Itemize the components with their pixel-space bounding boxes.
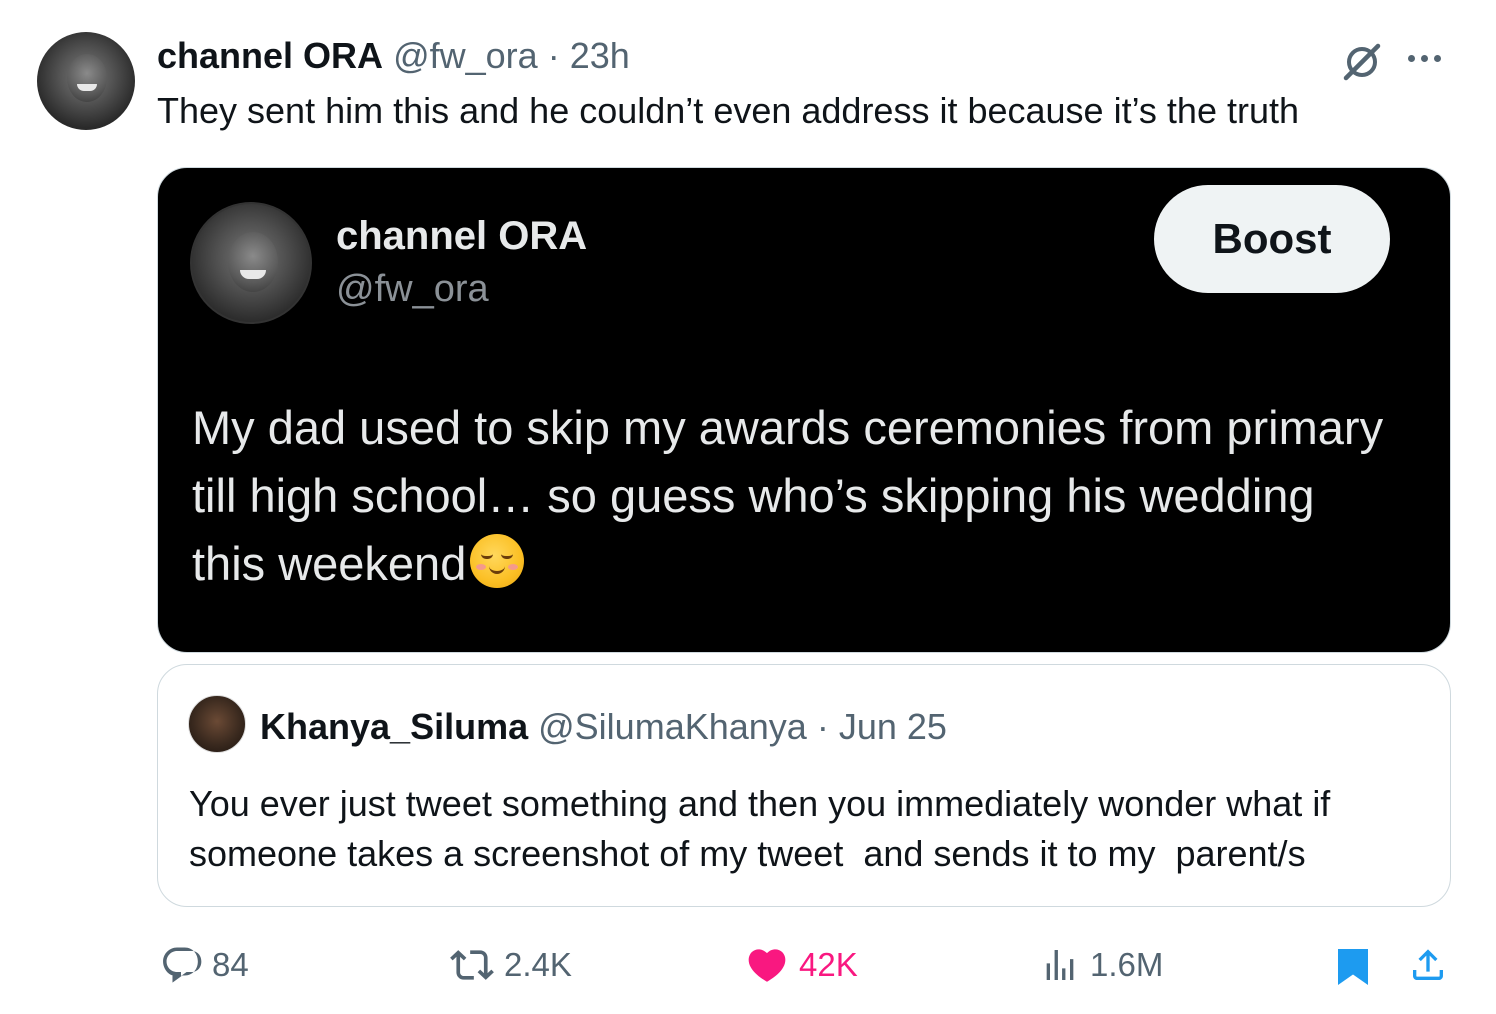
share-icon[interactable] [1408,944,1448,991]
screenshot-avatar [190,202,312,324]
avatar-face [228,232,278,292]
reply-icon [163,947,202,983]
like-button[interactable]: 42K [745,938,858,992]
post-timestamp[interactable]: 23h [570,35,630,76]
author-handle[interactable]: @fw_ora [393,35,538,76]
heart-icon [748,949,786,982]
emoji-cheek [476,564,487,570]
action-bar: 84 2.4K 42K 1.6M [0,938,1496,992]
quote-header: Khanya_Siluma @SilumaKhanya · Jun 25 [260,705,947,749]
more-dot [1434,54,1441,62]
grok-icon[interactable] [1340,40,1384,84]
retweet-icon [450,950,494,980]
emoji-eye [481,554,494,559]
post-header: channel ORA @fw_ora · 23h [157,34,630,78]
embedded-screenshot[interactable]: channel ORA @fw_ora Boost My dad used to… [157,167,1451,653]
more-dot [1408,54,1415,62]
emoji-eye [501,554,514,559]
boost-button: Boost [1154,185,1390,293]
bookmark-icon[interactable] [1335,946,1371,993]
more-icon[interactable] [1408,52,1448,64]
view-count: 1.6M [1090,946,1164,983]
repost-button[interactable]: 2.4K [450,938,572,992]
screenshot-author-name: channel ORA [336,214,588,258]
more-dot [1421,54,1428,62]
quote-date[interactable]: Jun 25 [839,706,947,747]
screenshot-text-block: My dad used to skip my awards ceremonies… [192,394,1392,598]
reply-count: 84 [212,946,249,983]
repost-count: 2.4K [504,946,572,983]
author-avatar[interactable] [37,32,135,130]
quoted-post[interactable]: Khanya_Siluma @SilumaKhanya · Jun 25 You… [157,664,1451,907]
quote-author-name[interactable]: Khanya_Siluma [260,706,528,747]
views-icon [1046,950,1074,980]
quote-author-handle[interactable]: @SilumaKhanya [538,706,807,747]
emoji-mouth [489,566,506,574]
quote-avatar[interactable] [188,695,246,753]
views-button[interactable]: 1.6M [1040,938,1163,992]
separator-dot: · [547,35,560,76]
quote-text: You ever just tweet something and then y… [189,783,1341,874]
screenshot-text: My dad used to skip my awards ceremonies… [192,401,1384,590]
screenshot-author-handle: @fw_ora [336,268,489,310]
like-count: 42K [799,946,858,983]
separator-dot: · [816,706,829,747]
post-text: They sent him this and he couldn’t even … [157,90,1299,131]
author-name[interactable]: channel ORA [157,35,383,76]
relieved-face-emoji [470,534,525,588]
avatar-face [67,54,107,102]
reply-button[interactable]: 84 [160,938,249,992]
emoji-cheek [508,564,519,570]
